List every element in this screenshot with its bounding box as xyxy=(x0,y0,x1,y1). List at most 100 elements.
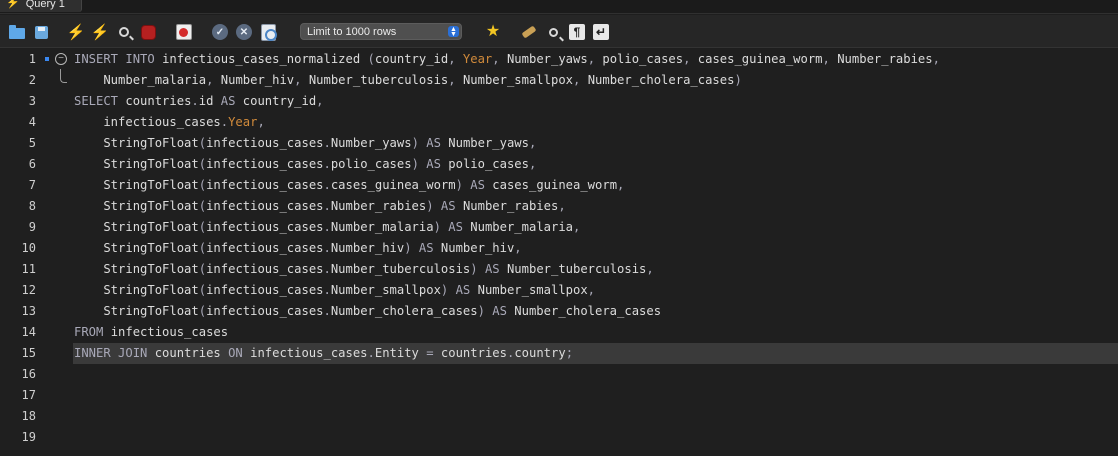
explain-icon[interactable] xyxy=(115,23,133,41)
code-text: infectious_cases.Year, xyxy=(74,112,265,133)
code-line[interactable]: 13 StringToFloat(infectious_cases.Number… xyxy=(0,301,1118,322)
execute-current-icon[interactable]: ⚡ xyxy=(91,23,110,41)
code-line[interactable]: 9 StringToFloat(infectious_cases.Number_… xyxy=(0,217,1118,238)
code-token: AS xyxy=(220,94,243,108)
code-token: country xyxy=(514,346,566,360)
code-token: countries xyxy=(154,346,229,360)
code-token: StringToFloat xyxy=(74,178,199,192)
code-token: StringToFloat xyxy=(74,220,199,234)
code-token: , xyxy=(257,115,265,129)
code-line[interactable]: 7 StringToFloat(infectious_cases.cases_g… xyxy=(0,175,1118,196)
code-token: , xyxy=(617,178,625,192)
code-token: . xyxy=(191,94,199,108)
tab-query-1[interactable]: ⚡ Query 1 xyxy=(0,0,82,12)
line-number: 15 xyxy=(21,346,36,360)
code-token: . xyxy=(323,136,331,150)
execute-icon[interactable]: ⚡ xyxy=(67,23,86,41)
code-token: AS xyxy=(484,262,507,276)
code-token: Number_yaws xyxy=(330,136,412,150)
code-token: , xyxy=(822,52,838,66)
clean-icon[interactable] xyxy=(520,23,538,41)
code-line[interactable]: 14 FROM infectious_cases xyxy=(0,322,1118,343)
fold-toggle-icon[interactable]: − xyxy=(55,53,67,65)
code-token: cases_guinea_worm xyxy=(330,178,456,192)
code-line[interactable]: 12 StringToFloat(infectious_cases.Number… xyxy=(0,280,1118,301)
code-token: StringToFloat xyxy=(74,262,199,276)
code-token: polio_cases xyxy=(602,52,684,66)
code-token: Number_malaria xyxy=(330,220,434,234)
invisibles-icon[interactable]: ¶ xyxy=(568,23,586,41)
code-line[interactable]: 5 StringToFloat(infectious_cases.Number_… xyxy=(0,133,1118,154)
code-text: StringToFloat(infectious_cases.Number_ya… xyxy=(74,133,536,154)
code-token: StringToFloat xyxy=(74,157,199,171)
line-number: 6 xyxy=(28,157,36,171)
code-token: , xyxy=(448,73,463,87)
code-text: StringToFloat(infectious_cases.cases_gui… xyxy=(74,175,624,196)
code-token: AS xyxy=(426,136,449,150)
toggle-continue-icon[interactable] xyxy=(175,23,193,41)
code-line[interactable]: 16 xyxy=(0,364,1118,385)
code-token: , xyxy=(587,283,596,297)
code-token: , xyxy=(492,52,507,66)
line-number: 13 xyxy=(21,304,36,318)
code-token: Number_cholera_cases xyxy=(587,73,735,87)
code-line[interactable]: 2 Number_malaria, Number_hiv, Number_tub… xyxy=(0,70,1118,91)
code-token: ( xyxy=(198,136,207,150)
commit-icon[interactable]: ✓ xyxy=(211,23,229,41)
code-token: Number_hiv xyxy=(220,73,295,87)
code-token: ( xyxy=(198,304,207,318)
code-token: ( xyxy=(198,199,207,213)
find-icon[interactable] xyxy=(544,23,562,41)
code-line[interactable]: 11 StringToFloat(infectious_cases.Number… xyxy=(0,259,1118,280)
code-token: AS xyxy=(418,241,441,255)
code-token: ( xyxy=(198,283,207,297)
code-token: infectious_cases xyxy=(206,220,324,234)
code-token: AS xyxy=(440,199,463,213)
wrap-icon[interactable]: ↵ xyxy=(592,23,610,41)
code-text: SELECT countries.id AS country_id, xyxy=(74,91,324,112)
line-number: 1 xyxy=(28,52,36,66)
rollback-icon[interactable]: ✕ xyxy=(235,23,253,41)
code-token: Number_cholera_cases xyxy=(330,304,478,318)
beautify-icon[interactable]: ★ xyxy=(484,23,502,41)
code-token: . xyxy=(323,262,331,276)
line-number: 19 xyxy=(21,430,36,444)
save-icon[interactable] xyxy=(32,23,50,41)
line-number: 16 xyxy=(21,367,36,381)
code-line[interactable]: 19 xyxy=(0,427,1118,448)
code-token: FROM xyxy=(74,325,111,339)
code-token: , xyxy=(294,73,309,87)
code-token: StringToFloat xyxy=(74,283,199,297)
limit-rows-select[interactable]: Limit to 1000 rows ▲ ▼ xyxy=(300,23,462,40)
code-token: infectious_cases xyxy=(206,304,324,318)
code-line[interactable]: 3 SELECT countries.id AS country_id, xyxy=(0,91,1118,112)
code-line[interactable]: 8 StringToFloat(infectious_cases.Number_… xyxy=(0,196,1118,217)
code-line[interactable]: 18 xyxy=(0,406,1118,427)
code-token: , xyxy=(932,52,940,66)
code-token: AS xyxy=(448,220,471,234)
code-token: ( xyxy=(367,52,375,66)
code-token: Number_tuberculosis xyxy=(330,262,471,276)
folder-icon[interactable] xyxy=(8,23,26,41)
code-line[interactable]: 6 StringToFloat(infectious_cases.polio_c… xyxy=(0,154,1118,175)
code-line[interactable]: 17 xyxy=(0,385,1118,406)
line-number: 7 xyxy=(28,178,36,192)
sql-editor[interactable]: 1 − INSERT INTO infectious_cases_normalize… xyxy=(0,49,1118,456)
code-token: ) xyxy=(404,241,419,255)
code-token: infectious_cases_normalized xyxy=(162,52,368,66)
code-token: infectious_cases xyxy=(206,157,324,171)
code-line[interactable]: 10 StringToFloat(infectious_cases.Number… xyxy=(0,238,1118,259)
code-token: = xyxy=(426,346,441,360)
code-token: . xyxy=(220,115,229,129)
code-line[interactable]: 4 infectious_cases.Year, xyxy=(0,112,1118,133)
code-line[interactable]: 15 INNER JOIN countries ON infectious_cas… xyxy=(0,343,1118,364)
stop-icon[interactable] xyxy=(139,23,157,41)
code-text: StringToFloat(infectious_cases.Number_tu… xyxy=(74,259,653,280)
code-token: ) xyxy=(734,73,742,87)
autocommit-icon[interactable] xyxy=(259,23,277,41)
code-token: AS xyxy=(455,283,478,297)
code-token: , xyxy=(206,73,221,87)
code-token: countries xyxy=(125,94,192,108)
code-token: StringToFloat xyxy=(74,241,199,255)
code-line[interactable]: 1 − INSERT INTO infectious_cases_normalize… xyxy=(0,49,1118,83)
